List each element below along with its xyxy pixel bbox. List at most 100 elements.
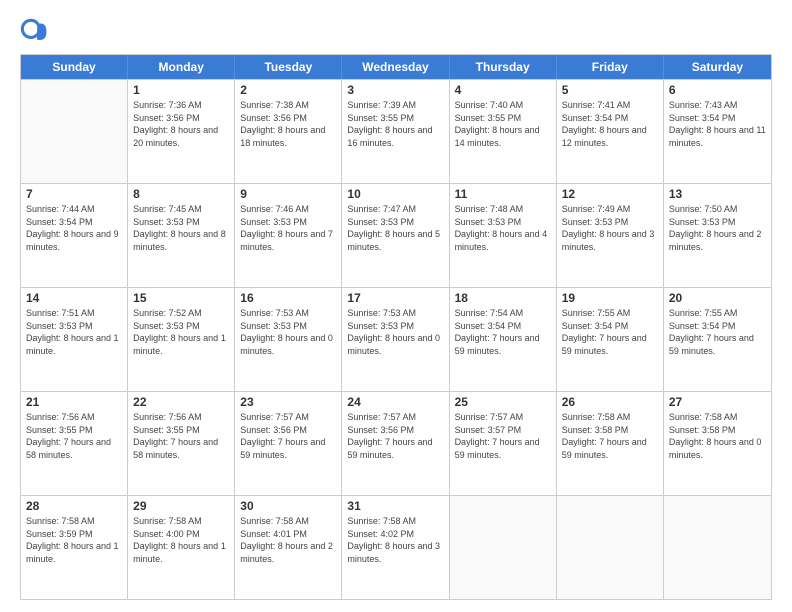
calendar-cell: 28 Sunrise: 7:58 AMSunset: 3:59 PMDayligh… [21,496,128,599]
calendar-cell: 16 Sunrise: 7:53 AMSunset: 3:53 PMDayligh… [235,288,342,391]
calendar-header-day: Saturday [664,55,771,79]
day-number: 24 [347,395,443,409]
day-info: Sunrise: 7:45 AMSunset: 3:53 PMDaylight:… [133,203,229,253]
calendar-cell: 18 Sunrise: 7:54 AMSunset: 3:54 PMDayligh… [450,288,557,391]
calendar-header-day: Sunday [21,55,128,79]
calendar-cell: 19 Sunrise: 7:55 AMSunset: 3:54 PMDayligh… [557,288,664,391]
calendar-week-1: 1 Sunrise: 7:36 AMSunset: 3:56 PMDaylight… [21,79,771,183]
day-number: 27 [669,395,766,409]
day-info: Sunrise: 7:49 AMSunset: 3:53 PMDaylight:… [562,203,658,253]
calendar-header-day: Monday [128,55,235,79]
calendar-cell: 29 Sunrise: 7:58 AMSunset: 4:00 PMDayligh… [128,496,235,599]
calendar-cell: 26 Sunrise: 7:58 AMSunset: 3:58 PMDayligh… [557,392,664,495]
calendar-cell: 3 Sunrise: 7:39 AMSunset: 3:55 PMDaylight… [342,80,449,183]
day-number: 8 [133,187,229,201]
day-number: 10 [347,187,443,201]
day-info: Sunrise: 7:51 AMSunset: 3:53 PMDaylight:… [26,307,122,357]
day-number: 25 [455,395,551,409]
calendar-body: 1 Sunrise: 7:36 AMSunset: 3:56 PMDaylight… [21,79,771,599]
day-info: Sunrise: 7:43 AMSunset: 3:54 PMDaylight:… [669,99,766,149]
day-info: Sunrise: 7:55 AMSunset: 3:54 PMDaylight:… [562,307,658,357]
day-number: 29 [133,499,229,513]
day-info: Sunrise: 7:55 AMSunset: 3:54 PMDaylight:… [669,307,766,357]
calendar-cell: 4 Sunrise: 7:40 AMSunset: 3:55 PMDaylight… [450,80,557,183]
day-number: 9 [240,187,336,201]
day-number: 18 [455,291,551,305]
calendar-week-3: 14 Sunrise: 7:51 AMSunset: 3:53 PMDayligh… [21,287,771,391]
day-info: Sunrise: 7:46 AMSunset: 3:53 PMDaylight:… [240,203,336,253]
day-number: 30 [240,499,336,513]
day-info: Sunrise: 7:52 AMSunset: 3:53 PMDaylight:… [133,307,229,357]
day-number: 3 [347,83,443,97]
day-info: Sunrise: 7:44 AMSunset: 3:54 PMDaylight:… [26,203,122,253]
day-number: 28 [26,499,122,513]
day-info: Sunrise: 7:36 AMSunset: 3:56 PMDaylight:… [133,99,229,149]
day-number: 23 [240,395,336,409]
day-info: Sunrise: 7:58 AMSunset: 4:01 PMDaylight:… [240,515,336,565]
day-info: Sunrise: 7:58 AMSunset: 3:58 PMDaylight:… [669,411,766,461]
day-info: Sunrise: 7:53 AMSunset: 3:53 PMDaylight:… [240,307,336,357]
calendar-cell: 31Sunrise: 7:58 AMSunset: 4:02 PMDayligh… [342,496,449,599]
day-number: 20 [669,291,766,305]
logo-icon [20,18,48,46]
day-info: Sunrise: 7:40 AMSunset: 3:55 PMDaylight:… [455,99,551,149]
calendar-cell: 14 Sunrise: 7:51 AMSunset: 3:53 PMDayligh… [21,288,128,391]
calendar-cell: 6Sunrise: 7:43 AMSunset: 3:54 PMDaylight… [664,80,771,183]
day-info: Sunrise: 7:47 AMSunset: 3:53 PMDaylight:… [347,203,443,253]
day-number: 5 [562,83,658,97]
day-info: Sunrise: 7:57 AMSunset: 3:56 PMDaylight:… [347,411,443,461]
day-number: 13 [669,187,766,201]
calendar-cell: 12 Sunrise: 7:49 AMSunset: 3:53 PMDayligh… [557,184,664,287]
calendar-cell: 1 Sunrise: 7:36 AMSunset: 3:56 PMDaylight… [128,80,235,183]
calendar-cell [21,80,128,183]
calendar-week-2: 7 Sunrise: 7:44 AMSunset: 3:54 PMDaylight… [21,183,771,287]
header [20,18,772,46]
day-number: 21 [26,395,122,409]
calendar-cell: 2Sunrise: 7:38 AMSunset: 3:56 PMDaylight… [235,80,342,183]
day-info: Sunrise: 7:38 AMSunset: 3:56 PMDaylight:… [240,99,336,149]
calendar-cell: 23 Sunrise: 7:57 AMSunset: 3:56 PMDayligh… [235,392,342,495]
day-info: Sunrise: 7:56 AMSunset: 3:55 PMDaylight:… [133,411,229,461]
logo [20,18,52,46]
day-number: 12 [562,187,658,201]
day-info: Sunrise: 7:58 AMSunset: 3:59 PMDaylight:… [26,515,122,565]
day-info: Sunrise: 7:39 AMSunset: 3:55 PMDaylight:… [347,99,443,149]
calendar-header-day: Friday [557,55,664,79]
day-info: Sunrise: 7:57 AMSunset: 3:57 PMDaylight:… [455,411,551,461]
day-number: 22 [133,395,229,409]
calendar-week-4: 21 Sunrise: 7:56 AMSunset: 3:55 PMDayligh… [21,391,771,495]
day-info: Sunrise: 7:58 AMSunset: 3:58 PMDaylight:… [562,411,658,461]
calendar-cell [664,496,771,599]
day-info: Sunrise: 7:41 AMSunset: 3:54 PMDaylight:… [562,99,658,149]
day-info: Sunrise: 7:58 AMSunset: 4:00 PMDaylight:… [133,515,229,565]
calendar-cell: 21 Sunrise: 7:56 AMSunset: 3:55 PMDayligh… [21,392,128,495]
day-number: 7 [26,187,122,201]
day-number: 26 [562,395,658,409]
day-info: Sunrise: 7:58 AMSunset: 4:02 PMDaylight:… [347,515,443,565]
calendar-cell: 25 Sunrise: 7:57 AMSunset: 3:57 PMDayligh… [450,392,557,495]
calendar-cell: 22 Sunrise: 7:56 AMSunset: 3:55 PMDayligh… [128,392,235,495]
calendar-cell: 7 Sunrise: 7:44 AMSunset: 3:54 PMDaylight… [21,184,128,287]
day-number: 11 [455,187,551,201]
calendar-header-day: Tuesday [235,55,342,79]
calendar-cell: 13Sunrise: 7:50 AMSunset: 3:53 PMDayligh… [664,184,771,287]
day-number: 19 [562,291,658,305]
calendar-cell: 10 Sunrise: 7:47 AMSunset: 3:53 PMDayligh… [342,184,449,287]
calendar-cell: 11 Sunrise: 7:48 AMSunset: 3:53 PMDayligh… [450,184,557,287]
calendar-cell [450,496,557,599]
calendar-week-5: 28 Sunrise: 7:58 AMSunset: 3:59 PMDayligh… [21,495,771,599]
day-info: Sunrise: 7:48 AMSunset: 3:53 PMDaylight:… [455,203,551,253]
day-number: 1 [133,83,229,97]
calendar-cell: 27 Sunrise: 7:58 AMSunset: 3:58 PMDayligh… [664,392,771,495]
day-number: 16 [240,291,336,305]
day-number: 4 [455,83,551,97]
calendar-header-day: Wednesday [342,55,449,79]
day-number: 14 [26,291,122,305]
day-info: Sunrise: 7:54 AMSunset: 3:54 PMDaylight:… [455,307,551,357]
day-info: Sunrise: 7:57 AMSunset: 3:56 PMDaylight:… [240,411,336,461]
calendar-cell: 17Sunrise: 7:53 AMSunset: 3:53 PMDayligh… [342,288,449,391]
day-info: Sunrise: 7:53 AMSunset: 3:53 PMDaylight:… [347,307,443,357]
day-info: Sunrise: 7:56 AMSunset: 3:55 PMDaylight:… [26,411,122,461]
calendar-cell: 20 Sunrise: 7:55 AMSunset: 3:54 PMDayligh… [664,288,771,391]
calendar-cell: 24 Sunrise: 7:57 AMSunset: 3:56 PMDayligh… [342,392,449,495]
